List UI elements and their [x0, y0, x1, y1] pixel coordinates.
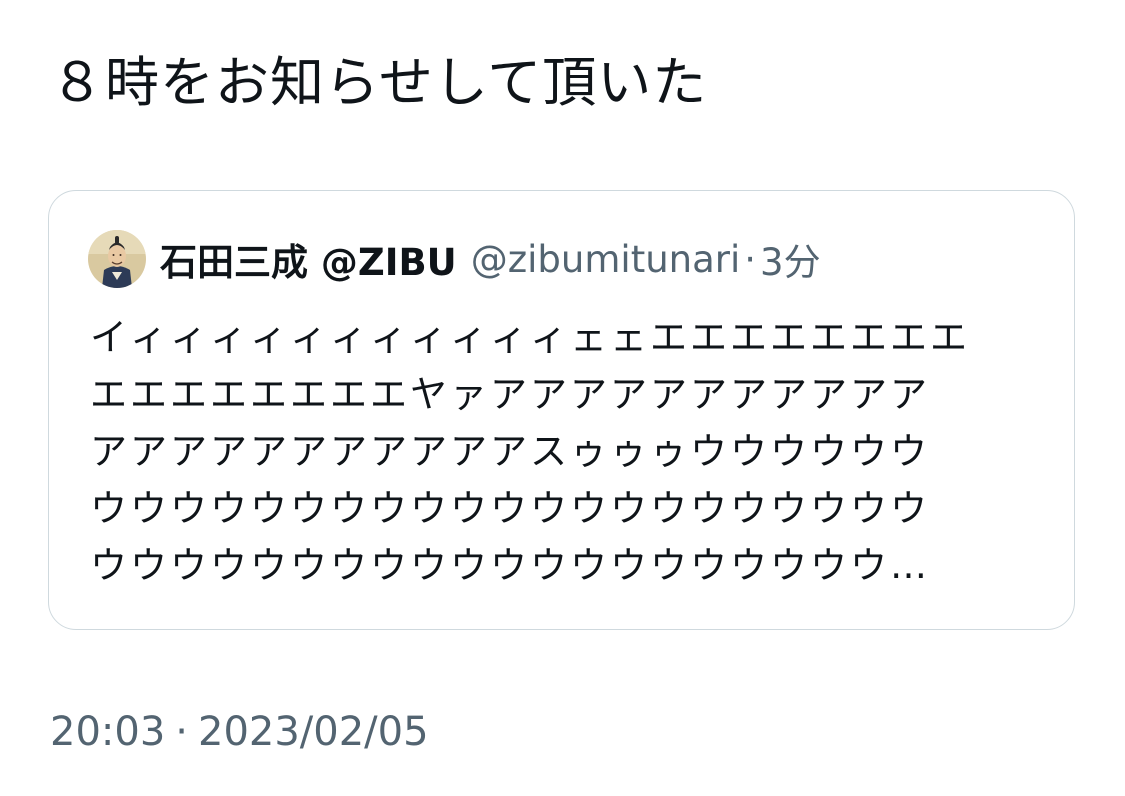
quoted-body-line: ウウウウウウウウウウウウウウウウウウウウ… [90, 544, 930, 587]
quoted-tweet-body: イィィィィィィィィィィィェェエエエエエエエエ エエエエエエエエヤァアアアアアアア… [90, 309, 1030, 594]
samurai-portrait-avatar-icon [88, 230, 146, 288]
quoted-author-handle[interactable]: @zibumitunari [471, 238, 741, 281]
timestamp-separator: · [175, 709, 188, 755]
quoted-tweet-header: 石田三成 @ZIBU @zibumitunari · 3分 [88, 229, 821, 289]
quoted-tweet-card[interactable]: 石田三成 @ZIBU @zibumitunari · 3分 イィィィィィィィィィ… [48, 190, 1075, 630]
quoted-relative-time[interactable]: 3分 [760, 232, 821, 286]
tweet-time: 20:03 [50, 709, 166, 755]
tweet-text: ８時をお知らせして頂いた [50, 51, 708, 114]
quoted-body-line: ウウウウウウウウウウウウウウウウウウウウウ [90, 487, 930, 530]
avatar[interactable] [88, 230, 146, 288]
quoted-author-name[interactable]: 石田三成 @ZIBU [160, 232, 457, 286]
tweet-timestamp[interactable]: 20:03 · 2023/02/05 [50, 706, 429, 758]
quoted-body-line: エエエエエエエエヤァアアアアアアアアアアア [90, 373, 930, 416]
tweet-date: 2023/02/05 [198, 709, 429, 755]
quoted-body-line: アアアアアアアアアアアスゥゥゥウウウウウウ [90, 430, 930, 473]
quoted-body-line: イィィィィィィィィィィィェェエエエエエエエエ [90, 316, 970, 359]
header-separator: · [744, 237, 757, 281]
